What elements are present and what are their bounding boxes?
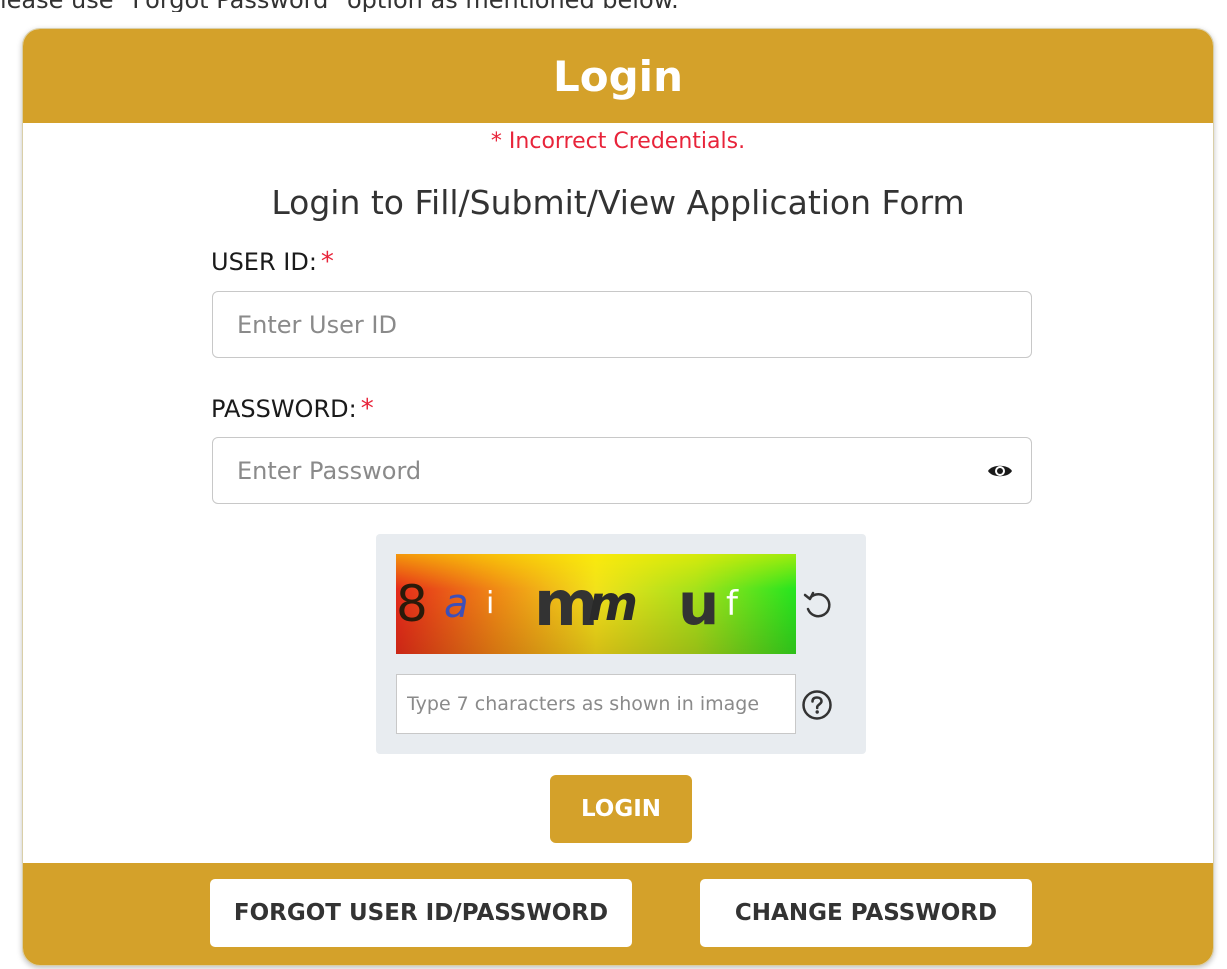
required-marker: * (320, 247, 334, 277)
captcha-char: 8 (396, 575, 428, 633)
forgot-password-button[interactable]: FORGOT USER ID/PASSWORD (210, 879, 632, 947)
login-title: Login (553, 51, 683, 101)
captcha-char: f (726, 584, 738, 624)
question-circle-icon[interactable] (801, 689, 833, 721)
captcha-input[interactable] (397, 675, 795, 733)
captcha-text: 8 a i m m u f (396, 564, 796, 644)
captcha-char: u (678, 570, 720, 638)
user-id-field[interactable] (212, 291, 1032, 358)
captcha-char: a (444, 581, 469, 627)
eye-icon[interactable] (987, 460, 1013, 482)
required-marker: * (360, 394, 374, 424)
instruction-note: lease use "Forgot Password" option as me… (0, 0, 1227, 12)
user-id-label: USER ID: * (211, 247, 334, 277)
user-id-label-text: USER ID: (211, 248, 317, 276)
password-input[interactable] (213, 438, 1031, 503)
password-field[interactable] (212, 437, 1032, 504)
captcha-char: i (486, 586, 495, 621)
login-card: Login * Incorrect Credentials. Login to … (22, 28, 1214, 966)
captcha-char: m (588, 576, 639, 632)
password-label-text: PASSWORD: (211, 395, 357, 423)
error-message: * Incorrect Credentials. (490, 129, 746, 154)
form-subtitle: Login to Fill/Submit/View Application Fo… (271, 183, 965, 222)
captcha-field[interactable] (396, 674, 796, 734)
password-label: PASSWORD: * (211, 394, 374, 424)
card-footer: FORGOT USER ID/PASSWORD CHANGE PASSWORD (23, 863, 1213, 965)
change-password-button[interactable]: CHANGE PASSWORD (700, 879, 1032, 947)
user-id-input[interactable] (213, 292, 1031, 357)
captcha-panel: 8 a i m m u f (376, 534, 866, 754)
login-button[interactable]: LOGIN (550, 775, 692, 843)
captcha-image: 8 a i m m u f (396, 554, 796, 654)
card-header: Login (23, 29, 1213, 123)
refresh-icon[interactable] (802, 589, 834, 621)
